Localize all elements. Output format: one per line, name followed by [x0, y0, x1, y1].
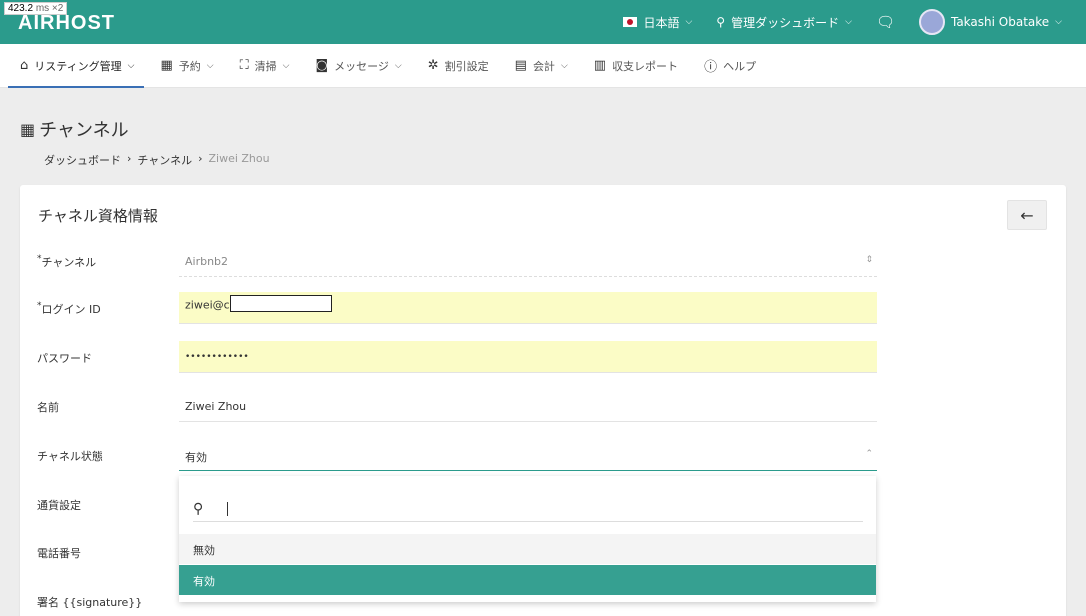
chevron-up-icon: ⌃: [865, 449, 873, 459]
breadcrumb: ダッシュボード › チャンネル › Ziwei Zhou: [44, 152, 270, 168]
login-id-input[interactable]: ziwei@c: [179, 292, 877, 324]
channel-select[interactable]: Airbnb2 ⇕: [179, 245, 877, 277]
password-label: パスワード: [37, 352, 92, 365]
login-label: *ログイン ID: [37, 301, 101, 316]
chevron-down-icon: ⌵: [845, 17, 852, 27]
sort-arrows-icon: ⇕: [865, 255, 873, 265]
page-header: ▦ チャンネル ダッシュボード › チャンネル › Ziwei Zhou: [20, 116, 270, 168]
nav-message[interactable]: ◙ メッセージ ⌵: [316, 44, 402, 88]
nav-label: ヘルプ: [723, 59, 757, 73]
breadcrumb-dashboard[interactable]: ダッシュボード: [44, 152, 121, 168]
chevron-down-icon: ⌵: [1055, 17, 1062, 27]
key-icon: ⚲: [716, 15, 726, 29]
chat-button[interactable]: 🗨: [876, 13, 895, 31]
top-bar: AIRHOST 日本語 ⌵ ⚲ 管理ダッシュボード ⌵ 🗨 Takashi Ob…: [0, 0, 1086, 44]
chevron-down-icon: ⌵: [685, 17, 693, 27]
dropdown-option-enabled[interactable]: 有効: [179, 565, 876, 595]
nav-reservation[interactable]: ▦ 予約 ⌵: [160, 44, 213, 88]
user-name: Takashi Obatake: [950, 15, 1050, 29]
nav-help[interactable]: ⓘ ヘルプ: [704, 44, 756, 88]
page-title-text: チャンネル: [39, 120, 129, 141]
help-icon: ⓘ: [704, 60, 718, 75]
chevron-down-icon: ⌵: [282, 60, 290, 71]
message-icon: ◙: [315, 58, 329, 73]
name-row: 名前 Ziwei Zhou: [20, 390, 1066, 424]
password-row: パスワード ••••••••••••: [20, 341, 1066, 375]
chevron-down-icon: ⌵: [394, 60, 402, 71]
nav-label: 予約: [178, 59, 201, 73]
channel-label: *チャンネル: [37, 254, 97, 269]
login-row: *ログイン ID ziwei@c: [20, 292, 1066, 326]
home-icon: ⌂: [20, 58, 29, 73]
calendar-icon: ▦: [160, 58, 173, 73]
nav-label: 割引設定: [444, 59, 489, 73]
cleaning-icon: ⛶: [239, 58, 249, 73]
search-icon: ⚲: [193, 500, 204, 517]
signature-label: 署名 {{signature}}: [37, 596, 143, 609]
report-icon: ▥: [593, 58, 607, 73]
language-selector[interactable]: 日本語 ⌵: [623, 14, 692, 31]
gear-icon: ✲: [427, 58, 439, 73]
language-label: 日本語: [643, 15, 680, 30]
nav-label: 会計: [532, 59, 555, 73]
text-caret: [227, 501, 229, 516]
main-nav: ⌂ リスティング管理 ⌵ ▦ 予約 ⌵ ⛶ 清掃 ⌵ ◙ メッセージ ⌵ ✲ 割…: [0, 44, 1086, 88]
nav-cleaning[interactable]: ⛶ 清掃 ⌵: [240, 44, 290, 88]
chevron-down-icon: ⌵: [206, 60, 214, 71]
dropdown-search[interactable]: ⚲: [193, 496, 863, 522]
name-input[interactable]: Ziwei Zhou: [179, 390, 877, 422]
card-title: チャネル資格情報: [38, 207, 158, 225]
calculator-icon: ▤: [514, 58, 527, 73]
nav-label: 収支レポート: [612, 59, 679, 73]
nav-discount[interactable]: ✲ 割引設定: [428, 44, 489, 88]
nav-report[interactable]: ▥ 収支レポート: [594, 44, 678, 88]
breadcrumb-current: Ziwei Zhou: [208, 152, 270, 165]
password-input[interactable]: ••••••••••••: [179, 341, 877, 373]
phone-label: 電話番号: [37, 547, 81, 560]
status-label: チャネル状態: [37, 450, 103, 463]
redaction-box: [229, 294, 332, 312]
user-menu[interactable]: Takashi Obatake ⌵: [918, 9, 1062, 35]
currency-label: 通貨設定: [37, 499, 81, 512]
back-button[interactable]: ←: [1007, 200, 1047, 230]
nav-label: 清掃: [254, 59, 277, 73]
app-logo[interactable]: AIRHOST: [18, 12, 115, 35]
chevron-down-icon: ⌵: [127, 60, 135, 71]
channel-row: *チャンネル Airbnb2 ⇕: [20, 245, 1066, 279]
nav-listing[interactable]: ⌂ リスティング管理 ⌵: [7, 44, 145, 88]
status-dropdown: ⚲ 無効 有効: [179, 476, 876, 602]
dashboard-label: 管理ダッシュボード: [731, 15, 840, 30]
name-label: 名前: [37, 401, 59, 414]
nav-label: メッセージ: [334, 59, 389, 73]
perf-badge: 423.2 ms ×2: [4, 2, 68, 15]
breadcrumb-separator: ›: [198, 152, 203, 165]
breadcrumb-separator: ›: [127, 152, 132, 165]
dashboard-menu[interactable]: ⚲ 管理ダッシュボード ⌵: [716, 14, 852, 31]
nav-label: リスティング管理: [34, 59, 122, 73]
status-row: チャネル状態 有効 ⌃: [20, 439, 1066, 473]
calendar-icon: ▦: [20, 119, 36, 139]
japan-flag-icon: [623, 17, 638, 27]
page-title: ▦ チャンネル: [20, 116, 270, 142]
breadcrumb-channel[interactable]: チャンネル: [137, 152, 192, 168]
chevron-down-icon: ⌵: [560, 60, 568, 71]
dropdown-option-disabled[interactable]: 無効: [179, 534, 876, 564]
avatar: [918, 9, 945, 35]
status-select[interactable]: 有効 ⌃: [179, 439, 877, 471]
arrow-left-icon: ←: [1020, 205, 1034, 225]
nav-accounting[interactable]: ▤ 会計 ⌵: [515, 44, 568, 88]
chat-icon: 🗨: [875, 13, 895, 31]
